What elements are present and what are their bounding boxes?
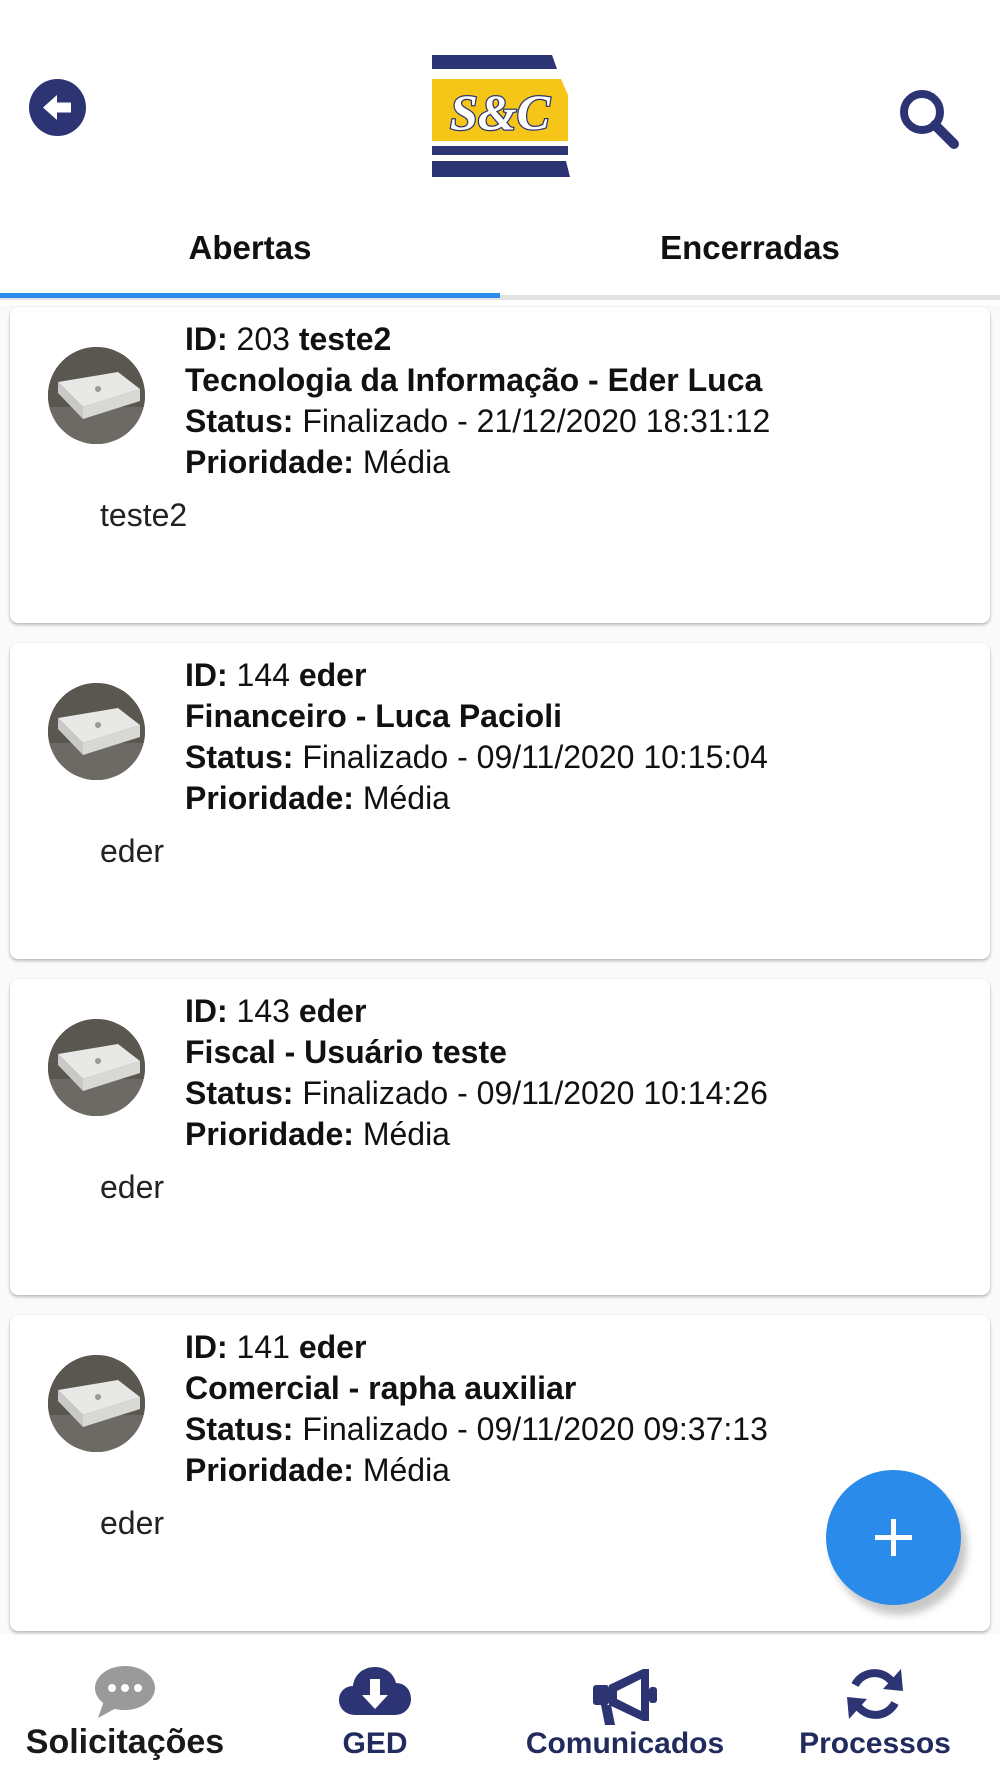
request-description: eder — [100, 833, 165, 869]
tab-encerradas[interactable]: Encerradas — [500, 200, 1000, 295]
priority-value: Média — [362, 780, 450, 816]
plus-icon — [875, 1519, 912, 1556]
avatar — [48, 1355, 145, 1452]
avatar — [48, 1019, 145, 1116]
request-user: eder — [298, 1329, 367, 1365]
card-details: ID: 143 eder Fiscal - Usuário teste Stat… — [185, 991, 970, 1155]
priority-value: Média — [362, 1452, 450, 1488]
search-icon — [900, 90, 959, 149]
nav-comunicados[interactable]: Comunicados — [500, 1635, 750, 1778]
nav-label: GED — [342, 1727, 408, 1760]
status-value: Finalizado - 09/11/2020 10:14:26 — [302, 1075, 768, 1111]
request-user: eder — [298, 657, 367, 693]
request-id-line: ID: 141 eder — [185, 1329, 367, 1365]
request-id: 141 — [236, 1329, 290, 1365]
priority-line: Prioridade: Média — [185, 444, 450, 480]
request-card[interactable]: ID: 203 teste2 Tecnologia da Informação … — [10, 307, 990, 623]
status-value: Finalizado - 21/12/2020 18:31:12 — [302, 403, 771, 439]
request-user: teste2 — [298, 321, 392, 357]
request-id: 144 — [236, 657, 290, 693]
avatar — [48, 347, 145, 444]
department-user: Financeiro - Luca Pacioli — [185, 698, 562, 734]
company-logo: S&C — [430, 55, 570, 177]
status-line: Status: Finalizado - 09/11/2020 10:14:26 — [185, 1075, 768, 1111]
nav-processos[interactable]: Processos — [750, 1635, 1000, 1778]
priority-value: Média — [362, 444, 450, 480]
department-user: Comercial - rapha auxiliar — [185, 1370, 577, 1406]
status-value: Finalizado - 09/11/2020 09:37:13 — [302, 1411, 768, 1447]
active-tab-indicator — [0, 293, 500, 298]
request-description: eder — [100, 1505, 165, 1541]
add-request-button[interactable] — [826, 1470, 961, 1605]
status-value: Finalizado - 09/11/2020 10:15:04 — [302, 739, 768, 775]
request-id-line: ID: 203 teste2 — [185, 321, 392, 357]
card-details: ID: 203 teste2 Tecnologia da Informação … — [185, 319, 970, 483]
request-description: eder — [100, 1169, 165, 1205]
sync-icon — [847, 1669, 903, 1719]
nav-label: Solicitações — [25, 1723, 225, 1761]
request-card[interactable]: ID: 143 eder Fiscal - Usuário teste Stat… — [10, 979, 990, 1295]
megaphone-icon — [593, 1669, 657, 1725]
department-user: Fiscal - Usuário teste — [185, 1034, 507, 1070]
card-details: ID: 141 eder Comercial - rapha auxiliar … — [185, 1327, 970, 1491]
status-tabs: Abertas Encerradas — [0, 200, 1000, 300]
request-id-line: ID: 143 eder — [185, 993, 367, 1029]
department-user: Tecnologia da Informação - Eder Luca — [185, 362, 763, 398]
avatar — [48, 683, 145, 780]
card-details: ID: 144 eder Financeiro - Luca Pacioli S… — [185, 655, 970, 819]
bottom-navigation: Solicitações GED Comunicados Processos — [0, 1635, 1000, 1778]
nav-ged[interactable]: GED — [250, 1635, 500, 1778]
request-id: 203 — [236, 321, 290, 357]
chat-bubble-icon — [95, 1666, 155, 1718]
nav-solicitacoes[interactable]: Solicitações — [0, 1635, 250, 1778]
priority-line: Prioridade: Média — [185, 1116, 450, 1152]
requests-list[interactable]: ID: 203 teste2 Tecnologia da Informação … — [0, 305, 1000, 1635]
nav-label: Processos — [799, 1727, 951, 1760]
back-button[interactable] — [29, 79, 86, 136]
request-id: 143 — [236, 993, 290, 1029]
request-description: teste2 — [100, 497, 188, 533]
request-user: eder — [298, 993, 367, 1029]
tab-abertas[interactable]: Abertas — [0, 200, 500, 295]
request-card[interactable]: ID: 144 eder Financeiro - Luca Pacioli S… — [10, 643, 990, 959]
request-id-line: ID: 144 eder — [185, 657, 367, 693]
arrow-left-icon — [43, 95, 71, 120]
cloud-download-icon — [339, 1667, 411, 1715]
status-line: Status: Finalizado - 21/12/2020 18:31:12 — [185, 403, 771, 439]
nav-label: Comunicados — [525, 1727, 725, 1760]
priority-line: Prioridade: Média — [185, 780, 450, 816]
search-button[interactable] — [896, 86, 962, 152]
app-header: S&C — [0, 0, 1000, 200]
status-line: Status: Finalizado - 09/11/2020 09:37:13 — [185, 1411, 768, 1447]
logo-text: S&C — [450, 84, 551, 140]
status-line: Status: Finalizado - 09/11/2020 10:15:04 — [185, 739, 768, 775]
priority-value: Média — [362, 1116, 450, 1152]
